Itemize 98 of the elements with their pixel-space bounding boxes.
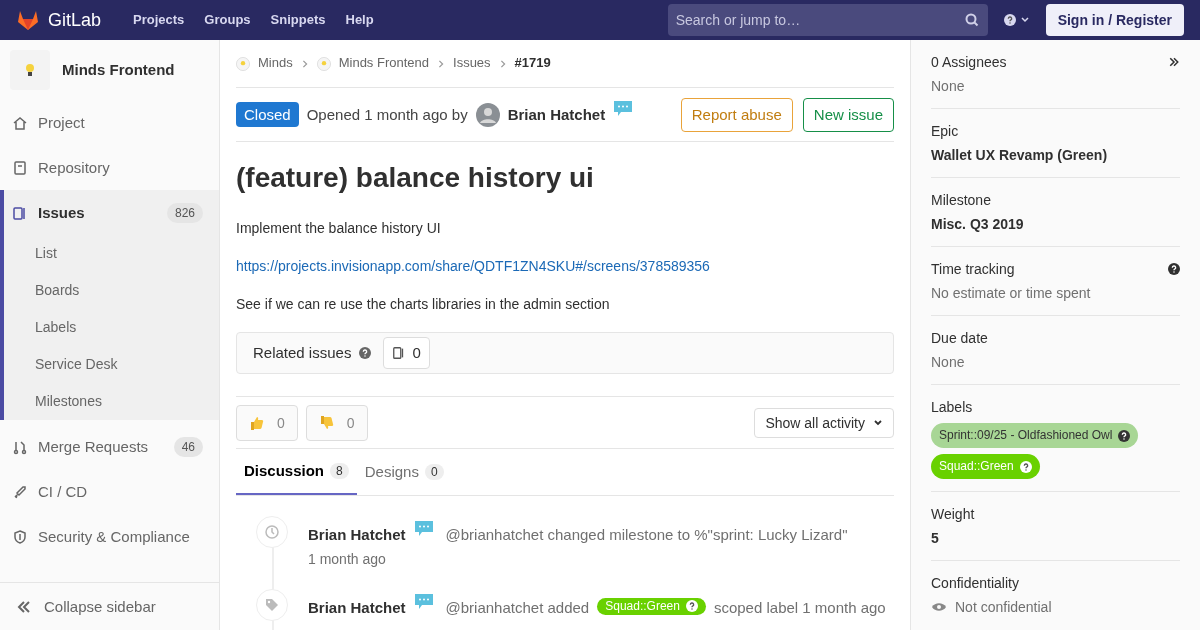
description-text: Implement the balance history UI [236, 219, 442, 238]
section-value: Misc. Q3 2019 [931, 215, 1024, 234]
search-icon [963, 12, 980, 28]
brand-name[interactable]: GitLab [48, 6, 102, 34]
section-title: Due date [931, 329, 988, 348]
activity-filter-dropdown[interactable]: Show all activity [754, 407, 894, 438]
merge-icon [12, 438, 28, 455]
award-button[interactable]: 0 [305, 404, 368, 441]
section-title: 0 Assignees [931, 53, 1007, 72]
tab[interactable]: Designs 0 [356, 449, 452, 495]
section-title: Weight [931, 505, 975, 525]
book-icon [12, 159, 28, 176]
status-badge: Closed [236, 101, 299, 128]
author-name[interactable]: Brian Hatchet [507, 103, 606, 126]
sidebar-subitem[interactable]: List [4, 235, 219, 272]
section-value: None [931, 77, 965, 96]
caret-icon [1019, 15, 1030, 25]
sidebar-item[interactable]: Issues 826 [4, 190, 219, 235]
tag-icon [264, 597, 280, 614]
count-badge: 8 [330, 463, 349, 479]
event-text: scoped label 1 month ago [713, 598, 886, 619]
section-title: Labels [931, 398, 973, 417]
event-text: @brianhatchet added [445, 598, 590, 619]
section-value: None [931, 353, 965, 372]
avatar-icon [475, 102, 500, 127]
sidebar-subitem[interactable]: Labels [4, 309, 219, 346]
count-badge: 826 [166, 202, 203, 223]
double-chevron-left-icon [16, 598, 32, 615]
caret-icon [873, 417, 883, 428]
speech-bubble-icon [613, 99, 634, 118]
sidebar-item[interactable]: Merge Requests 46 [4, 424, 219, 469]
author-name[interactable]: Brian Hatchet [308, 597, 406, 619]
count-badge: 46 [173, 436, 203, 457]
help-icon [1118, 429, 1131, 442]
shield-icon [12, 528, 28, 545]
thumbs-down-icon [318, 414, 335, 431]
sidebar-item-label: Repository [38, 157, 110, 178]
issue-title: (feature) balance history ui [236, 161, 595, 195]
breadcrumb-link[interactable]: #1719 [514, 54, 551, 73]
section-title: Epic [931, 122, 959, 141]
help-icon [1019, 460, 1032, 473]
chevron-right-icon [300, 59, 309, 68]
home-icon [12, 114, 28, 131]
description-text: See if we can re use the charts libraries in the admin section [236, 295, 611, 314]
section-title: Confidentiality [931, 574, 1019, 594]
issues-icon [12, 204, 28, 221]
sidebar-item-label: CI / CD [38, 481, 88, 502]
sidebar-item[interactable]: Security & Compliance [4, 514, 219, 559]
sidebar-subitem[interactable]: Service Desk [4, 346, 219, 383]
nav-link[interactable]: Groups [204, 10, 251, 30]
action-button[interactable]: New issue [802, 97, 894, 132]
breadcrumb-link[interactable]: Minds Frontend [338, 54, 429, 73]
sidebar-item-label: Security & Compliance [38, 526, 190, 547]
count-badge: 0 [424, 464, 444, 480]
author-name[interactable]: Brian Hatchet [308, 524, 406, 546]
sidebar-item[interactable]: CI / CD [4, 469, 219, 514]
nav-link[interactable]: Help [345, 10, 374, 30]
breadcrumb-link[interactable]: Issues [453, 54, 491, 73]
section-value: Wallet UX Revamp (Green) [931, 146, 1108, 165]
nav-link[interactable]: Snippets [270, 10, 326, 30]
clock-icon [264, 524, 280, 540]
sidebar-item-label: Merge Requests [38, 436, 149, 457]
sidebar-item-label: Project [38, 112, 85, 133]
speech-bubble-icon [413, 519, 434, 538]
chevron-right-icon [498, 59, 507, 68]
help-icon [685, 600, 698, 613]
sidebar-item-label: Issues [38, 202, 85, 223]
section-value: No estimate or time spent [931, 284, 1091, 303]
section-title: Milestone [931, 191, 991, 210]
related-issues-title: Related issues [253, 343, 352, 364]
double-chevron-right-icon[interactable] [1168, 56, 1180, 68]
section-value: Not confidential [955, 598, 1052, 618]
nav-link[interactable]: Projects [133, 10, 185, 30]
award-button[interactable]: 0 [236, 404, 298, 441]
description-link[interactable]: https://projects.invisionapp.com/share/QDTF1ZN4SKU#/screens/378589356 [236, 256, 894, 276]
opened-text: Opened 1 month ago by [306, 104, 468, 125]
section-value: 5 [931, 529, 939, 549]
event-text: @brianhatchet changed milestone to %"sprint: Lucky Lizard" [445, 525, 848, 545]
help-icon [1003, 14, 1016, 26]
sidebar-subitem[interactable]: Boards [4, 272, 219, 309]
project-name[interactable]: Minds Frontend [62, 59, 175, 81]
scoped-label[interactable]: Sprint::09/25 - Oldfashioned Owl [931, 423, 1139, 449]
thumbs-up-icon [249, 414, 265, 431]
help-icon [359, 347, 372, 359]
help-dropdown[interactable] [1003, 14, 1030, 26]
sidebar-subitem[interactable]: Milestones [4, 383, 219, 420]
sign-in-button[interactable]: Sign in / Register [1045, 4, 1184, 36]
search-field[interactable]: Search or jump to… [667, 4, 988, 36]
event-time: 1 month ago [308, 550, 387, 570]
section-title: Time tracking [931, 260, 1015, 279]
action-button[interactable]: Report abuse [680, 97, 793, 132]
breadcrumb-link[interactable]: Minds [258, 54, 293, 73]
help-icon [1168, 263, 1180, 275]
sidebar-item[interactable]: Repository [4, 145, 219, 190]
chevron-right-icon [437, 59, 445, 68]
related-count-badge: 0 [383, 337, 430, 369]
sidebar-item[interactable]: Project [4, 100, 219, 145]
tab[interactable]: Discussion 8 [236, 449, 357, 495]
